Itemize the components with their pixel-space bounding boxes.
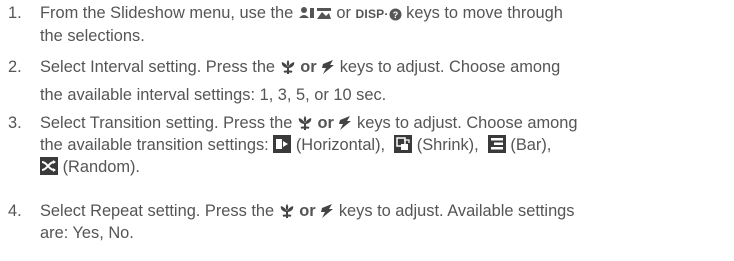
flash-icon [338,115,352,131]
horizontal-transition-icon [273,135,292,153]
step-number: 1. [8,4,22,22]
step-number: 2. [8,58,22,76]
step-text: are: Yes, No. [40,224,134,242]
step-text: From the Slideshow menu, use the [40,4,294,22]
flash-icon [320,203,334,219]
or-text: or [300,58,317,76]
option-label: (Shrink), [416,136,479,154]
flash-icon [321,59,335,75]
step-text: keys to adjust. Choose among [339,58,561,76]
step-text: the available interval settings: 1, 3, 5… [40,86,387,104]
macro-flower-icon [297,115,313,131]
step-number: 3. [8,114,22,132]
step-text: Select Repeat setting. Press the [40,202,275,220]
svg-text:?: ? [392,10,398,20]
step-text: Select Interval setting. Press the [40,58,276,76]
or-text: or [336,4,351,22]
step-text: keys to move through [406,4,563,22]
portrait-landscape-icon [298,6,332,21]
step-text: keys to adjust. Choose among [357,114,578,132]
info-icon: ? [389,8,402,21]
step-number: 4. [8,202,22,220]
or-text: or [317,114,334,132]
disp-key-label: DISP· [355,7,389,21]
step-text: the selections. [40,27,145,45]
or-text: or [299,202,316,220]
shrink-transition-icon [394,135,413,153]
step-text: Select Transition setting. Press the [40,114,293,132]
option-label: (Horizontal), [295,136,386,154]
option-label: (Bar), [510,136,552,154]
macro-flower-icon [279,203,295,219]
option-label: (Random). [62,158,140,176]
step-text: keys to adjust. Available settings [338,202,575,220]
random-transition-icon [40,157,58,175]
step-text: the available transition settings: [40,136,269,154]
bar-transition-icon [487,135,506,153]
macro-flower-icon [280,59,296,75]
